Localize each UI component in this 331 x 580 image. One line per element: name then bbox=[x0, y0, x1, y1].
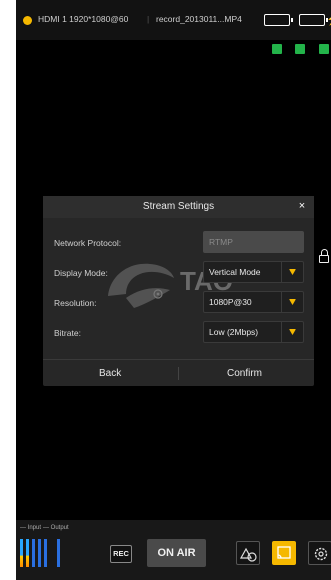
resolution-select[interactable]: 1080P@30 bbox=[203, 291, 304, 313]
audio-meter bbox=[38, 539, 41, 567]
bitrate-value: Low (2Mbps) bbox=[209, 327, 259, 337]
back-button[interactable]: Back bbox=[99, 368, 121, 379]
bitrate-select[interactable]: Low (2Mbps) bbox=[203, 321, 304, 343]
bluetooth-icon bbox=[319, 44, 329, 54]
on-air-button[interactable]: ON AIR bbox=[147, 539, 206, 567]
network-protocol-field: RTMP bbox=[203, 231, 304, 253]
bottom-toolbar: — Input — Output REC ON AIR bbox=[16, 520, 331, 580]
audio-meter bbox=[26, 539, 29, 567]
stream-settings-dialog: Stream Settings × TAO Network Protocol: … bbox=[43, 196, 314, 386]
confirm-button[interactable]: Confirm bbox=[227, 368, 262, 379]
input-label: — Input bbox=[20, 525, 42, 531]
status-bar: HDMI 1 1920*1080@60 | record_2013011...M… bbox=[16, 0, 331, 40]
network-protocol-value: RTMP bbox=[209, 237, 233, 247]
battery-icon bbox=[264, 14, 293, 26]
display-mode-select[interactable]: Vertical Mode bbox=[203, 261, 304, 283]
bitrate-label: Bitrate: bbox=[54, 328, 81, 338]
charging-icon: ⚡ bbox=[326, 12, 331, 26]
shape-icon bbox=[239, 547, 257, 562]
dialog-footer: Back Confirm bbox=[43, 359, 314, 386]
output-label: — Output bbox=[43, 525, 69, 531]
audio-meter bbox=[44, 539, 47, 567]
cast-button[interactable] bbox=[272, 541, 296, 565]
lock-icon[interactable] bbox=[319, 249, 329, 263]
display-mode-value: Vertical Mode bbox=[209, 267, 261, 277]
resolution-label: Resolution: bbox=[54, 298, 97, 308]
network-icon bbox=[272, 44, 282, 54]
video-source: HDMI 1 1920*1080@60 bbox=[38, 14, 129, 24]
resolution-value: 1080P@30 bbox=[209, 297, 252, 307]
shape-button[interactable] bbox=[236, 541, 260, 565]
recording-filename: record_2013011...MP4 bbox=[156, 14, 242, 24]
close-icon[interactable]: × bbox=[296, 200, 308, 212]
battery-icon bbox=[299, 14, 328, 26]
chevron-down-icon[interactable] bbox=[281, 262, 303, 282]
chevron-down-icon[interactable] bbox=[281, 292, 303, 312]
status-separator: | bbox=[147, 14, 150, 24]
chevron-down-icon[interactable] bbox=[281, 322, 303, 342]
audio-meter bbox=[32, 539, 35, 567]
cast-icon bbox=[277, 546, 291, 559]
rec-button[interactable]: REC bbox=[110, 545, 132, 563]
gear-icon bbox=[314, 547, 328, 561]
display-mode-label: Display Mode: bbox=[54, 268, 108, 278]
network-protocol-label: Network Protocol: bbox=[54, 238, 122, 248]
recording-dot-icon bbox=[23, 16, 32, 25]
footer-divider bbox=[178, 367, 179, 380]
audio-meter bbox=[57, 539, 60, 567]
settings-button[interactable] bbox=[308, 541, 331, 565]
dialog-header: Stream Settings × bbox=[43, 196, 314, 218]
audio-meter bbox=[20, 539, 23, 567]
dialog-title: Stream Settings bbox=[142, 201, 215, 212]
storage-icon bbox=[295, 44, 305, 54]
device-screen: HDMI 1 1920*1080@60 | record_2013011...M… bbox=[16, 0, 331, 580]
